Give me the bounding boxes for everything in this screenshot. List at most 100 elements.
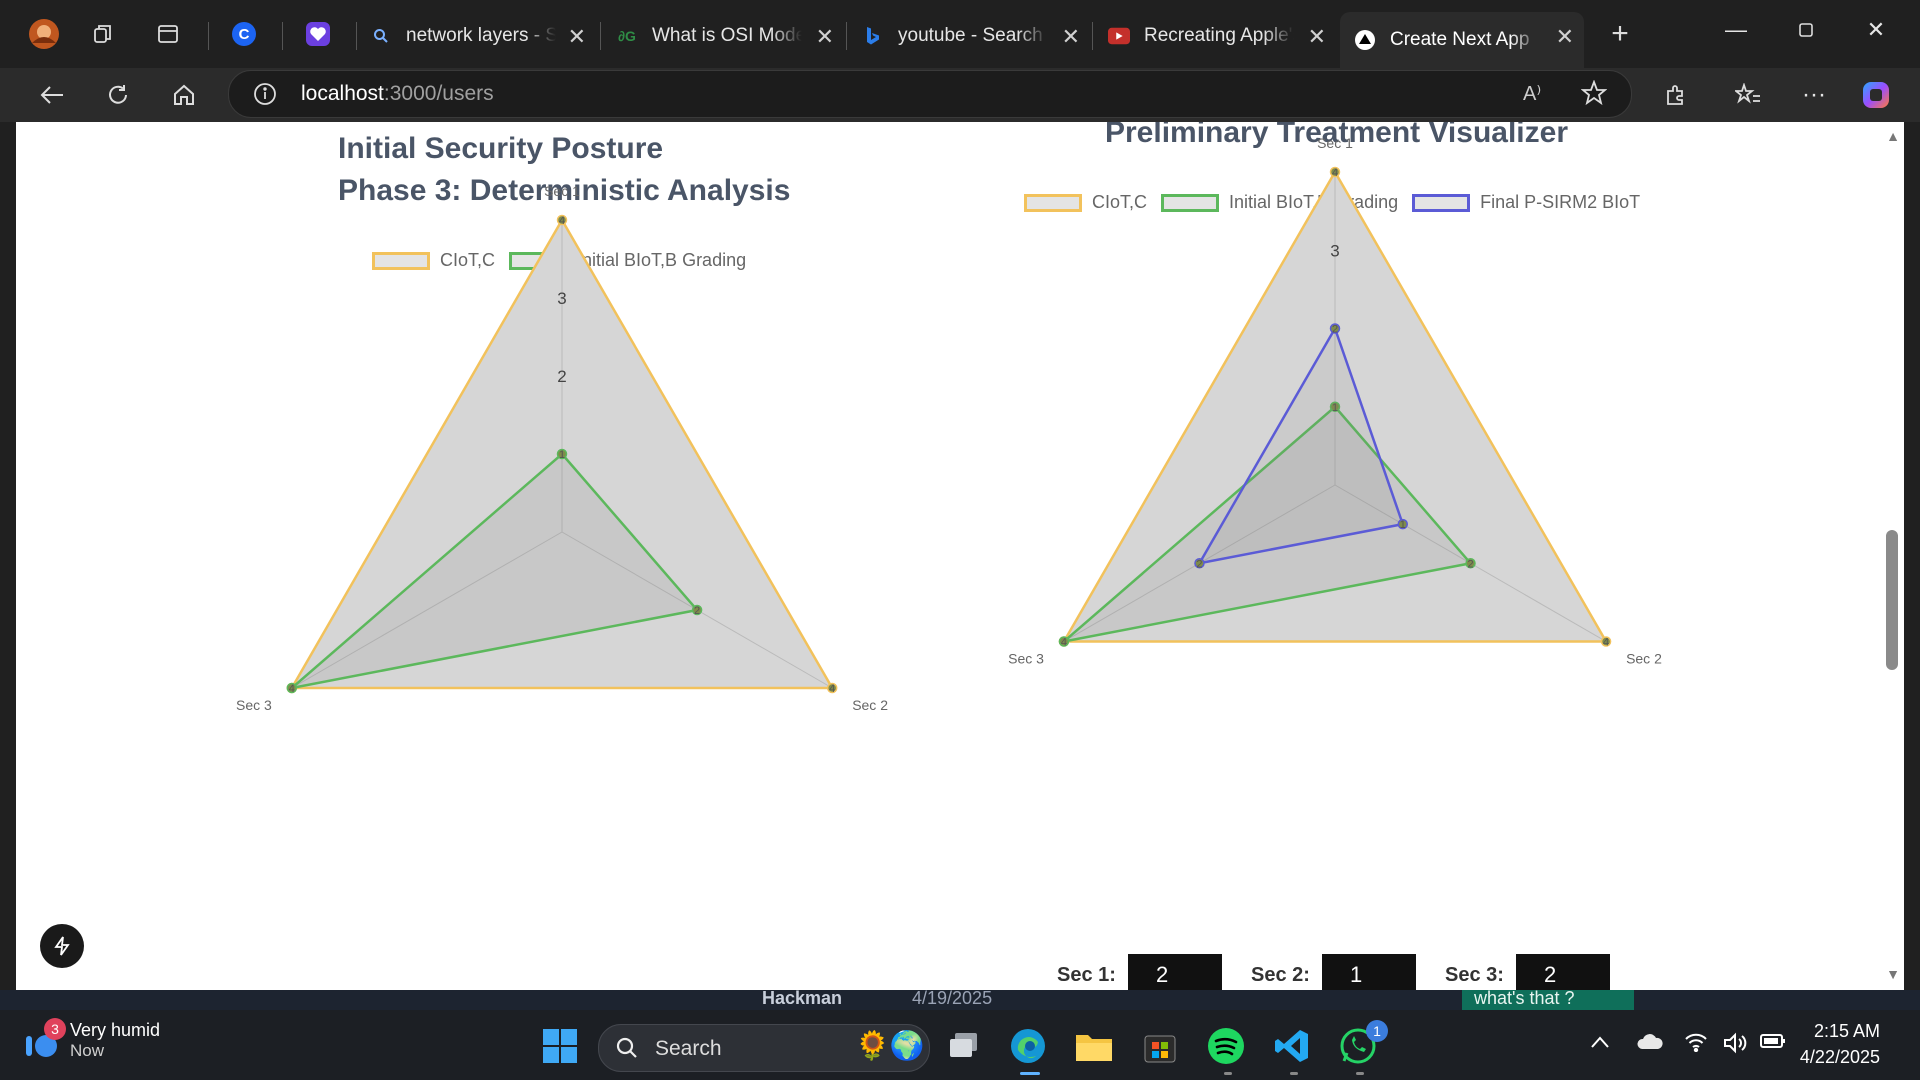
favorites-icon[interactable] — [1728, 76, 1768, 114]
scroll-up-icon[interactable]: ▲ — [1884, 128, 1902, 144]
radar-point-value: 1 — [559, 449, 565, 461]
peek-date: 4/19/2025 — [912, 990, 993, 1008]
task-view-icon[interactable] — [942, 1024, 986, 1068]
radar-axis-label: Sec 2 — [852, 697, 888, 713]
weather-subtitle: Now — [70, 1041, 105, 1060]
sec1-label: Sec 1: — [1057, 963, 1116, 986]
refresh-icon[interactable] — [98, 76, 138, 114]
volume-icon[interactable] — [1722, 1032, 1748, 1060]
search-label: Search — [655, 1037, 722, 1060]
sec2-value-row: Sec 2: 1 — [1251, 954, 1416, 990]
workspaces-icon[interactable] — [84, 16, 124, 52]
radar-point-value: 1 — [1400, 519, 1406, 531]
read-aloud-icon[interactable]: A⁾ — [1523, 81, 1541, 106]
whatsapp-icon[interactable]: 1 — [1336, 1020, 1388, 1068]
svg-text:C: C — [239, 26, 250, 43]
close-tab-icon[interactable]: ✕ — [568, 24, 586, 50]
sec3-value-row: Sec 3: 2 — [1445, 954, 1610, 990]
onedrive-icon[interactable] — [1636, 1032, 1664, 1056]
geeksforgeeks-icon: ∂G — [618, 28, 636, 44]
minimize-icon[interactable]: — — [1706, 10, 1766, 50]
vscode-icon[interactable] — [1270, 1024, 1314, 1068]
file-explorer-icon[interactable] — [1072, 1024, 1116, 1068]
sec3-value-field[interactable]: 2 — [1515, 954, 1610, 990]
search-highlight-icon: 🌻🌍 — [855, 1030, 925, 1061]
more-options-icon[interactable]: ··· — [1794, 76, 1834, 114]
radar-tick-label: 2 — [557, 367, 566, 386]
browser-toolbar: localhost:3000/users A⁾ ··· — [0, 68, 1920, 122]
close-window-icon[interactable]: ✕ — [1846, 10, 1906, 50]
sec2-label: Sec 2: — [1251, 963, 1310, 986]
home-icon[interactable] — [164, 76, 204, 114]
scroll-down-icon[interactable]: ▼ — [1884, 966, 1902, 982]
edge-browser-icon[interactable] — [1006, 1024, 1050, 1068]
tab-strip: C network layers - Se ✕ ∂G What is OSI M… — [0, 0, 1920, 68]
microsoft-store-icon[interactable] — [1138, 1024, 1182, 1068]
close-tab-icon[interactable]: ✕ — [1062, 24, 1080, 50]
radar-axis-label: Sec 1 — [1317, 135, 1353, 151]
youtube-icon — [1108, 25, 1130, 47]
tab-title: Recreating Apple's — [1144, 25, 1294, 46]
radar-point-value: 2 — [694, 605, 700, 617]
favorite-star-icon[interactable] — [1580, 79, 1608, 111]
weather-badge: 3 — [44, 1018, 66, 1040]
radar-point-value: 2 — [1332, 324, 1338, 336]
tab-osi-model[interactable]: ∂G What is OSI Model? ✕ — [602, 12, 844, 60]
tab-title: Create Next App — [1390, 29, 1530, 50]
windows-taskbar: 3 Very humid Now Search 🌻🌍 1 2:15 AM 4/2… — [0, 1010, 1920, 1080]
spotify-icon[interactable] — [1204, 1024, 1248, 1068]
battery-icon[interactable] — [1760, 1032, 1786, 1055]
whatsapp-badge: 1 — [1366, 1020, 1388, 1042]
show-hidden-icons-icon[interactable] — [1590, 1032, 1610, 1055]
scrollbar-thumb[interactable] — [1886, 530, 1898, 670]
radar-charts-canvas: 44412423Sec 1Sec 2Sec 34441242123Sec 1Se… — [236, 135, 1662, 713]
weather-icon: 3 — [22, 1018, 66, 1057]
radar-axis-label: Sec 3 — [236, 697, 272, 713]
sec2-value-field[interactable]: 1 — [1321, 954, 1416, 990]
radar-point-value: 4 — [1603, 637, 1609, 649]
extensions-icon[interactable] — [1656, 76, 1696, 114]
close-tab-icon[interactable]: ✕ — [1556, 24, 1574, 50]
clock-time: 2:15 AM — [1813, 1021, 1880, 1041]
radar-tick-label: 3 — [1330, 241, 1339, 260]
vertical-tabs-icon[interactable] — [148, 16, 188, 52]
close-tab-icon[interactable]: ✕ — [816, 24, 834, 50]
weather-widget[interactable]: 3 Very humid Now — [22, 1018, 161, 1061]
tab-title: What is OSI Model? — [652, 25, 802, 46]
tab-network-layers[interactable]: network layers - Se ✕ — [356, 12, 596, 60]
address-bar[interactable]: localhost:3000/users A⁾ — [228, 70, 1632, 118]
radar-point-value: 2 — [1467, 558, 1473, 570]
tab-recreating-apple[interactable]: Recreating Apple's ✕ — [1094, 12, 1336, 60]
radar-tick-label: 3 — [557, 289, 566, 308]
tab-title: youtube - Search — [898, 25, 1043, 46]
search-icon — [615, 1036, 639, 1065]
tab-create-next-app[interactable]: Create Next App ✕ — [1340, 12, 1584, 68]
site-info-icon[interactable] — [253, 82, 277, 111]
new-tab-icon[interactable]: + — [1600, 16, 1640, 52]
radar-point-value: 4 — [829, 683, 835, 695]
pinned-heart-tab-icon[interactable] — [298, 16, 338, 52]
profile-avatar-icon[interactable] — [24, 16, 64, 52]
sec1-value-field[interactable]: 2 — [1127, 954, 1222, 990]
pinned-tab-icon[interactable]: C — [224, 16, 264, 52]
wifi-icon[interactable] — [1684, 1032, 1708, 1058]
nextjs-dev-tools-button[interactable] — [40, 924, 84, 968]
close-tab-icon[interactable]: ✕ — [1308, 24, 1326, 50]
url-text[interactable]: localhost:3000/users — [301, 82, 494, 106]
back-icon[interactable] — [32, 76, 72, 114]
taskbar-search[interactable]: Search 🌻🌍 — [598, 1024, 930, 1072]
maximize-icon[interactable] — [1776, 10, 1836, 50]
tab-title: network layers - Se — [406, 25, 556, 46]
radar-axis-label: Sec 1 — [544, 183, 580, 199]
radar-point-value: 4 — [1332, 167, 1338, 179]
windows-start-icon[interactable] — [538, 1024, 582, 1068]
radar-point-value: 4 — [1061, 637, 1067, 649]
weather-title: Very humid — [70, 1020, 161, 1040]
system-clock[interactable]: 2:15 AM 4/22/2025 — [1800, 1018, 1880, 1070]
copilot-icon[interactable] — [1856, 76, 1896, 114]
radar-point-value: 4 — [559, 215, 565, 227]
tab-youtube-search[interactable]: youtube - Search ✕ — [848, 12, 1090, 60]
sec1-value-row: Sec 1: 2 — [1057, 954, 1222, 990]
radar-point-value: 2 — [1196, 558, 1202, 570]
radar-axis-label: Sec 2 — [1626, 651, 1662, 667]
